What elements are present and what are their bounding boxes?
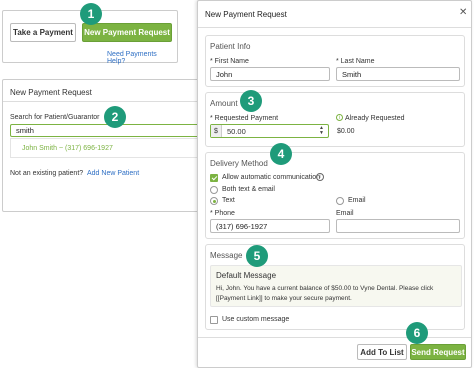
payments-help-link[interactable]: Need Payments Help?: [107, 51, 177, 65]
phone-field[interactable]: (317) 696-1927: [210, 219, 330, 233]
default-message-box: Default Message Hi, John. You have a cur…: [210, 265, 462, 307]
default-message-body-line2: [[Payment Link]] to make your secure pay…: [216, 295, 352, 302]
payment-request-dialog: New Payment Request ✕ Patient Info * Fir…: [197, 0, 472, 368]
info-icon: i: [336, 114, 343, 121]
search-panel-title: New Payment Request: [10, 88, 92, 97]
step-badge-5: 5: [246, 245, 268, 267]
search-input[interactable]: smith: [10, 124, 203, 137]
default-message-title: Default Message: [216, 271, 277, 280]
amount-title: Amount: [210, 99, 238, 108]
search-result-item[interactable]: John Smith ~ (317) 696-1927: [22, 145, 113, 152]
first-name-field[interactable]: John: [210, 67, 330, 81]
message-title: Message: [210, 251, 243, 260]
new-payment-request-button[interactable]: New Payment Request: [82, 23, 172, 42]
step-badge-4: 4: [270, 143, 292, 165]
first-name-label: * First Name: [210, 58, 249, 65]
take-payment-button[interactable]: Take a Payment: [10, 23, 76, 42]
delivery-method-section: Delivery Method Allow automatic communic…: [205, 152, 465, 239]
email-label: Email: [336, 210, 354, 217]
radio-email-label: Email: [348, 197, 366, 204]
step-badge-1: 1: [80, 3, 102, 25]
requested-payment-input[interactable]: $ 50.00 ▲ ▼: [210, 124, 329, 138]
radio-both[interactable]: [210, 186, 218, 194]
send-request-button[interactable]: Send Request: [410, 344, 466, 360]
step-badge-2: 2: [104, 106, 126, 128]
custom-message-label: Use custom message: [222, 316, 290, 323]
default-message-body-line1: Hi, John. You have a current balance of …: [216, 285, 434, 292]
phone-label: * Phone: [210, 210, 235, 217]
allow-auto-checkbox[interactable]: [210, 174, 218, 182]
delivery-method-title: Delivery Method: [210, 159, 268, 168]
radio-text[interactable]: [210, 197, 218, 205]
close-icon[interactable]: ✕: [459, 7, 467, 18]
last-name-label: * Last Name: [336, 58, 375, 65]
allow-auto-label: Allow automatic communication: [222, 174, 321, 181]
search-label: Search for Patient/Guarantor: [10, 114, 100, 121]
stepper-icon[interactable]: ▲ ▼: [319, 126, 324, 136]
requested-payment-value: 50.00: [227, 127, 246, 136]
dialog-title: New Payment Request: [205, 10, 287, 19]
last-name-field[interactable]: Smith: [336, 67, 460, 81]
divider: [198, 27, 471, 28]
search-panel: New Payment Request Search for Patient/G…: [2, 79, 203, 212]
patient-info-title: Patient Info: [210, 42, 251, 51]
radio-text-label: Text: [222, 197, 235, 204]
already-requested-label: Already Requested: [345, 115, 405, 122]
already-requested-value: $0.00: [337, 128, 355, 135]
step-badge-6: 6: [406, 322, 428, 344]
not-existing-label: Not an existing patient?: [10, 170, 84, 177]
divider: [3, 101, 203, 102]
currency-symbol: $: [211, 125, 222, 137]
radio-both-label: Both text & email: [222, 186, 275, 193]
divider: [198, 337, 471, 338]
radio-email[interactable]: [336, 197, 344, 205]
email-field[interactable]: [336, 219, 460, 233]
add-new-patient-link[interactable]: Add New Patient: [87, 170, 139, 177]
message-section: Message Default Message Hi, John. You ha…: [205, 244, 465, 330]
search-result-list: John Smith ~ (317) 696-1927: [10, 138, 203, 158]
patient-info-section: Patient Info * First Name John * Last Na…: [205, 35, 465, 87]
add-to-list-button[interactable]: Add To List: [357, 344, 407, 360]
step-badge-3: 3: [240, 90, 262, 112]
requested-payment-label: * Requested Payment: [210, 115, 279, 122]
info-icon: i: [316, 173, 324, 181]
custom-message-checkbox[interactable]: [210, 316, 218, 324]
